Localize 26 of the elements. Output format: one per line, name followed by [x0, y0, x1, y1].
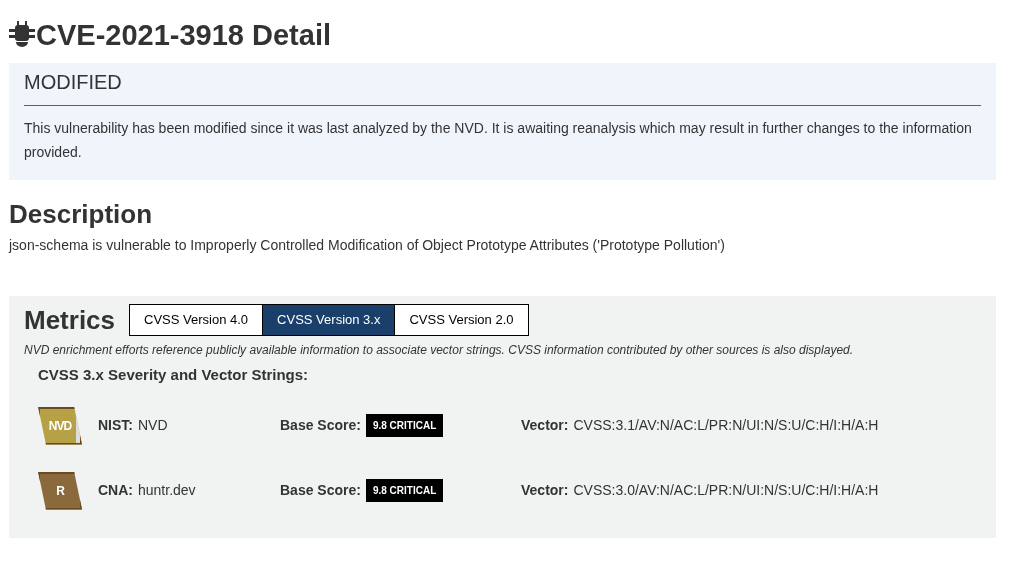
vector-string: CVSS:3.1/AV:N/AC:L/PR:N/UI:N/S:U/C:H/I:H/A:H	[573, 416, 879, 435]
description-text: json-schema is vulnerable to Improperly Controlled Modification of Object Prototype Attributes ('Prototype Pollution')	[9, 236, 726, 255]
vector-string: CVSS:3.0/AV:N/AC:L/PR:N/UI:N/S:U/C:H/I:H/A:H	[573, 481, 879, 500]
version-tab[interactable]: CVSS Version 2.0	[394, 305, 528, 335]
score-label: Base Score:	[280, 416, 361, 435]
source-logo: R	[38, 471, 82, 510]
section-heading: Description	[9, 198, 154, 230]
source-value: NVD	[138, 416, 168, 435]
source-value: huntr.dev	[138, 481, 196, 500]
severity-badge: 9.8 CRITICAL	[365, 414, 444, 437]
notice-text: This vulnerability has been modified since it was last analyzed by the NVD. It is awaiting reanalysis which may result in further changes to the information provided.	[24, 119, 973, 162]
score-label: Base Score:	[280, 481, 361, 500]
version-tab[interactable]: CVSS Version 4.0	[130, 305, 263, 335]
subheading: CVSS 3.x Severity and Vector Strings:	[38, 365, 310, 385]
source-label: NIST:	[98, 416, 133, 435]
status-heading: MODIFIED	[24, 69, 981, 106]
vector-label: Vector:	[521, 416, 569, 435]
info-note: NVD enrichment efforts reference publicly available information to associate vector strings. CVSS information contributed by other sources is also displayed.	[24, 342, 855, 359]
severity-badge: 9.8 CRITICAL	[365, 479, 444, 502]
page-title: CVE-2021-3918 Detail	[36, 18, 331, 53]
source-logo: NVD	[38, 406, 82, 445]
source-label: CNA:	[98, 481, 133, 500]
section-heading: Metrics	[24, 304, 116, 336]
vector-label: Vector:	[521, 481, 569, 500]
version-tab[interactable]: CVSS Version 3.x	[262, 305, 395, 335]
bug-icon	[9, 21, 35, 49]
